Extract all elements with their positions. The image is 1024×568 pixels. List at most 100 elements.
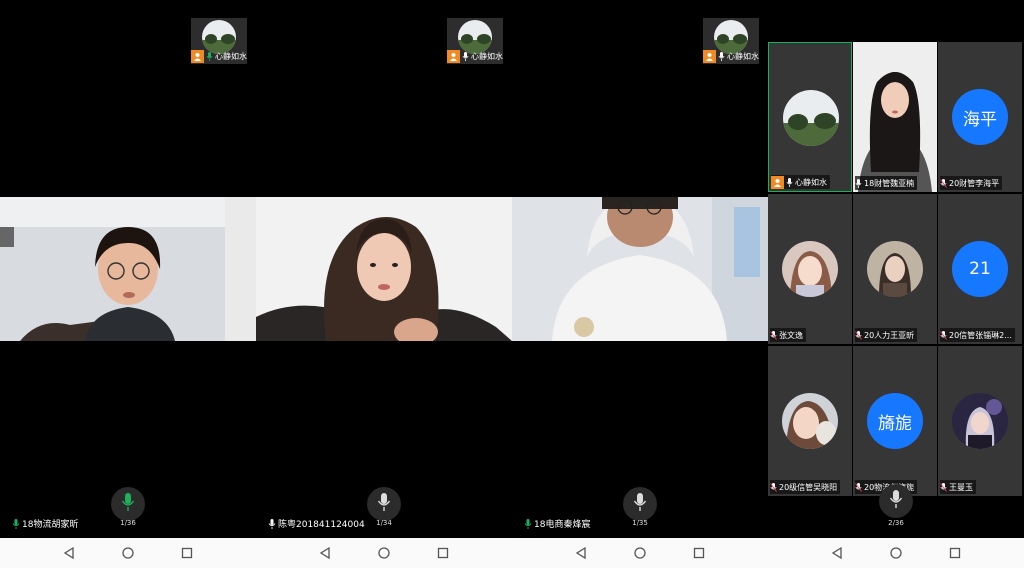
speaker-name-label: 陈粤201841124004 xyxy=(268,517,365,530)
back-nav-icon[interactable] xyxy=(831,544,843,563)
host-avatar xyxy=(714,20,748,54)
speaker-video[interactable] xyxy=(0,197,256,341)
participant-tile[interactable]: 张文逸 xyxy=(768,194,852,344)
recents-nav-icon[interactable] xyxy=(949,544,961,563)
participant-grid: 心静如水 18财管魏亚楠 海平 20财管李海平 张文逸 20人力王亚昕 21 2… xyxy=(768,42,1024,496)
android-nav-bar xyxy=(0,538,256,568)
speaker-name-label: 18物流胡家昕 xyxy=(12,517,78,530)
microphone-icon xyxy=(633,493,647,515)
android-nav-bar xyxy=(768,538,1024,568)
home-nav-icon[interactable] xyxy=(122,544,134,563)
participant-label: 心静如水 xyxy=(771,175,830,189)
thumbnail-name: 心静如水 xyxy=(471,52,503,61)
participant-tile[interactable]: 王曼玉 xyxy=(938,346,1022,496)
participant-tile[interactable]: 心静如水 xyxy=(768,42,852,192)
mic-toggle-button[interactable] xyxy=(623,487,657,521)
participant-label: 20财管李海平 xyxy=(940,176,1003,190)
participant-tile[interactable]: 旖旎 20物流何旖旎 xyxy=(853,346,937,496)
mic-muted-icon xyxy=(940,178,947,188)
mic-active-icon xyxy=(524,518,532,529)
host-badge-icon xyxy=(703,50,716,63)
participant-avatar xyxy=(952,393,1008,449)
mic-icon xyxy=(855,178,862,188)
participant-name: 王曼玉 xyxy=(949,482,973,492)
host-thumbnail[interactable]: 心静如水 xyxy=(191,18,247,64)
participant-video xyxy=(853,42,937,192)
participant-tile[interactable]: 18财管魏亚楠 xyxy=(853,42,937,192)
host-thumbnail[interactable]: 心静如水 xyxy=(703,18,759,64)
recents-nav-icon[interactable] xyxy=(437,544,449,563)
participant-tile[interactable]: 20级信管吴晓阳 xyxy=(768,346,852,496)
participant-label: 张文逸 xyxy=(770,328,806,342)
participant-initials-avatar: 海平 xyxy=(952,89,1008,145)
participant-avatar xyxy=(782,241,838,297)
back-nav-icon[interactable] xyxy=(319,544,331,563)
mic-muted-icon xyxy=(855,482,862,492)
page-indicator: 1/34 xyxy=(376,519,392,527)
speaker-video[interactable] xyxy=(256,197,512,341)
thumbnail-label: 心静如水 xyxy=(191,50,247,63)
page-indicator: 2/36 xyxy=(888,519,904,527)
android-nav-bar xyxy=(512,538,768,568)
page-indicator: 1/36 xyxy=(120,519,136,527)
participant-name: 心静如水 xyxy=(795,177,827,187)
microphone-icon xyxy=(889,490,903,512)
host-avatar xyxy=(202,20,236,54)
thumbnail-label: 心静如水 xyxy=(703,50,759,63)
mic-active-icon xyxy=(12,518,20,529)
mic-active-icon xyxy=(206,52,213,61)
host-badge-icon xyxy=(771,175,784,189)
recents-nav-icon[interactable] xyxy=(693,544,705,563)
participant-label: 20级信管吴晓阳 xyxy=(770,480,841,494)
home-nav-icon[interactable] xyxy=(634,544,646,563)
host-badge-icon xyxy=(191,50,204,63)
host-thumbnail[interactable]: 心静如水 xyxy=(447,18,503,64)
back-nav-icon[interactable] xyxy=(575,544,587,563)
page-indicator: 1/35 xyxy=(632,519,648,527)
mic-muted-icon xyxy=(940,330,947,340)
mic-icon xyxy=(462,52,469,61)
speaker-name: 18电商秦烽宸 xyxy=(534,520,591,530)
mic-icon xyxy=(786,177,793,187)
host-avatar xyxy=(458,20,492,54)
participant-avatar xyxy=(783,90,839,146)
mic-toggle-button[interactable] xyxy=(367,487,401,521)
participant-name: 20人力王亚昕 xyxy=(864,330,915,340)
recents-nav-icon[interactable] xyxy=(181,544,193,563)
meeting-panel-grid: 心静如水 18财管魏亚楠 海平 20财管李海平 张文逸 20人力王亚昕 21 2… xyxy=(768,0,1024,568)
host-badge-icon xyxy=(447,50,460,63)
meeting-panel-3: 心静如水 18电商秦烽宸 1/35 xyxy=(512,0,768,568)
home-nav-icon[interactable] xyxy=(890,544,902,563)
meeting-panel-2: 心静如水 陈粤201841124004 1/34 xyxy=(256,0,512,568)
mic-toggle-button[interactable] xyxy=(879,484,913,518)
participant-initials-avatar: 21 xyxy=(952,241,1008,297)
meeting-panel-1: 心静如水 18物流胡家昕 1/36 xyxy=(0,0,256,568)
thumbnail-name: 心静如水 xyxy=(727,52,759,61)
speaker-name: 18物流胡家昕 xyxy=(22,520,79,530)
participant-name: 20财管李海平 xyxy=(949,178,1000,188)
participant-tile[interactable]: 20人力王亚昕 xyxy=(853,194,937,344)
speaker-name: 陈粤201841124004 xyxy=(278,520,365,530)
speaker-video[interactable] xyxy=(512,197,768,341)
microphone-icon xyxy=(377,493,391,515)
mic-muted-icon xyxy=(855,330,862,340)
mic-muted-icon xyxy=(940,482,947,492)
participant-label: 王曼玉 xyxy=(940,480,976,494)
participant-label: 20信管张锱琳2... xyxy=(940,328,1015,342)
participant-name: 20级信管吴晓阳 xyxy=(779,482,838,492)
back-nav-icon[interactable] xyxy=(63,544,75,563)
participant-label: 20人力王亚昕 xyxy=(855,328,918,342)
speaker-name-label: 18电商秦烽宸 xyxy=(524,517,590,530)
participant-initials-avatar: 旖旎 xyxy=(867,393,923,449)
participant-avatar xyxy=(867,241,923,297)
mic-toggle-button[interactable] xyxy=(111,487,145,521)
microphone-icon xyxy=(121,493,135,515)
thumbnail-label: 心静如水 xyxy=(447,50,503,63)
participant-tile[interactable]: 海平 20财管李海平 xyxy=(938,42,1022,192)
participant-name: 张文逸 xyxy=(779,330,803,340)
android-nav-bar xyxy=(256,538,512,568)
participant-tile[interactable]: 21 20信管张锱琳2... xyxy=(938,194,1022,344)
home-nav-icon[interactable] xyxy=(378,544,390,563)
mic-muted-icon xyxy=(770,330,777,340)
participant-name: 18财管魏亚楠 xyxy=(864,178,915,188)
